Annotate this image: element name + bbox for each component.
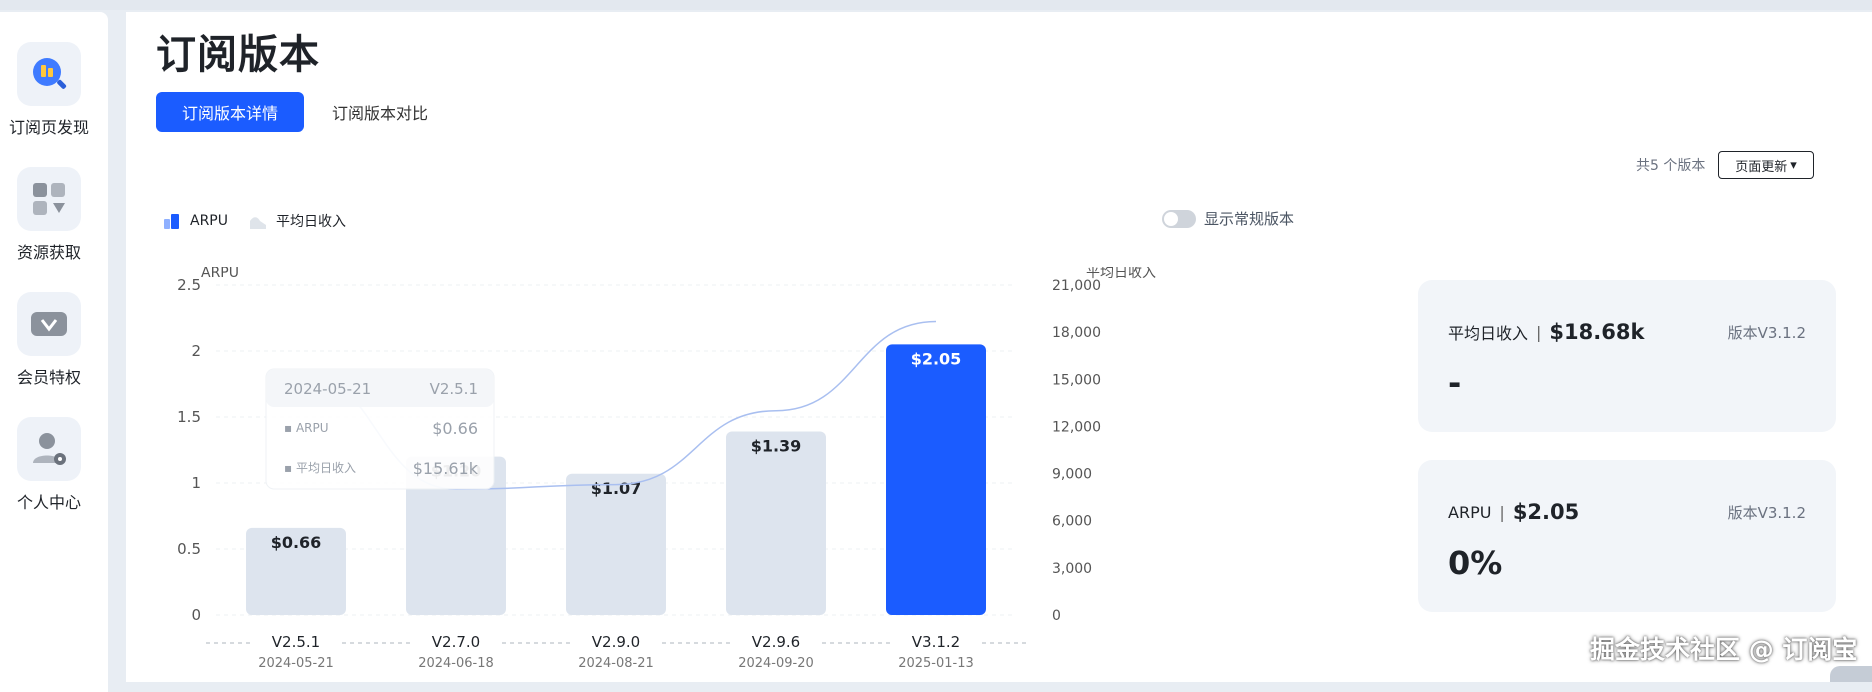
y-tick-label-left: 1 xyxy=(191,474,201,492)
legend-item-arpu[interactable]: ARPU xyxy=(162,211,228,231)
x-tick-label: V2.9.6 xyxy=(752,633,800,651)
user-settings-icon xyxy=(17,417,81,481)
x-date-label: 2024-06-18 xyxy=(418,656,494,671)
x-date-label: 2024-08-21 xyxy=(578,656,654,671)
x-tick-label: V3.1.2 xyxy=(912,633,960,651)
card-metric-value: $2.05 xyxy=(1512,500,1580,524)
sidebar: 订阅页发现 资源获取 会员特权 个人中心 xyxy=(0,12,108,692)
tooltip-arpu-value: $0.66 xyxy=(432,419,478,438)
bar-value-label: $1.07 xyxy=(591,479,642,498)
chart-legend: ARPU 平均日收入 xyxy=(162,211,358,231)
card-version: 版本V3.1.2 xyxy=(1727,504,1806,522)
x-tick-label: V2.5.1 xyxy=(272,633,320,651)
legend-label-arpu: ARPU xyxy=(190,213,228,229)
show-regular-versions-toggle[interactable]: 显示常规版本 xyxy=(1162,208,1294,229)
y-axis-title-left: ARPU xyxy=(201,267,239,281)
toggle-switch[interactable] xyxy=(1162,209,1196,228)
card-change: - xyxy=(1448,364,1462,402)
tooltip-avg-value: $15.61k xyxy=(413,459,479,478)
y-tick-label-right: 21,000 xyxy=(1052,278,1101,294)
card-label-row: ARPU | $2.05 xyxy=(1448,500,1579,524)
bar-value-label: $0.66 xyxy=(271,533,322,552)
sidebar-item-label: 个人中心 xyxy=(16,493,81,512)
y-tick-label-left: 2.5 xyxy=(177,276,201,294)
y-tick-label-right: 9,000 xyxy=(1052,467,1092,483)
sidebar-item-label: 资源获取 xyxy=(16,243,81,262)
card-version: 版本V3.1.2 xyxy=(1727,324,1806,342)
y-tick-label-left: 1.5 xyxy=(177,408,201,426)
toggle-label: 显示常规版本 xyxy=(1204,210,1295,228)
bar-chart-icon xyxy=(164,214,179,229)
arpu-card: ARPU | $2.05 版本V3.1.2 0% xyxy=(1418,460,1836,612)
sidebar-item-label: 订阅页发现 xyxy=(8,118,89,137)
card-label-row: 平均日收入 | $18.68k xyxy=(1448,320,1644,344)
y-tick-label-left: 0 xyxy=(191,606,201,624)
tab-version-details[interactable]: 订阅版本详情 xyxy=(156,92,304,132)
sidebar-item-vip-privilege[interactable]: 会员特权 xyxy=(0,292,98,388)
tab-version-compare[interactable]: 订阅版本对比 xyxy=(332,92,428,132)
bar-value-label: $2.05 xyxy=(911,349,962,368)
legend-item-avg-revenue[interactable]: 平均日收入 xyxy=(248,211,346,231)
y-tick-label-right: 6,000 xyxy=(1052,514,1092,530)
area-chart-icon xyxy=(250,217,266,229)
card-separator: | xyxy=(1499,502,1505,522)
main-content: 订阅版本 订阅版本详情 订阅版本对比 共5 个版本 页面更新 ▾ ARPU 平均… xyxy=(126,12,1872,682)
sidebar-item-label: 会员特权 xyxy=(16,368,81,387)
y-tick-label-right: 0 xyxy=(1052,608,1061,624)
x-date-label: 2024-05-21 xyxy=(258,656,334,671)
x-date-label: 2025-01-13 xyxy=(898,656,974,671)
top-bar xyxy=(0,0,1872,10)
sidebar-item-subscription-discovery[interactable]: 订阅页发现 xyxy=(0,42,98,138)
tooltip-version: V2.5.1 xyxy=(430,380,478,398)
page-update-dropdown[interactable]: 页面更新 ▾ xyxy=(1718,151,1814,179)
avg-revenue-card: 平均日收入 | $18.68k 版本V3.1.2 - xyxy=(1418,280,1836,432)
subscription-discovery-icon xyxy=(17,42,81,106)
tooltip-date: 2024-05-21 xyxy=(284,380,371,398)
caret-down-icon: ▾ xyxy=(1790,157,1797,173)
page-update-label: 页面更新 xyxy=(1735,159,1788,175)
card-metric-label: ARPU xyxy=(1448,502,1492,522)
bar xyxy=(886,344,986,615)
bar xyxy=(726,431,826,615)
watermark: 掘金技术社区 @ 订阅宝 xyxy=(1590,635,1858,664)
bar-value-label: $1.39 xyxy=(751,437,802,456)
tooltip-arpu-label: ▪ ARPU xyxy=(284,421,329,435)
card-metric-label: 平均日收入 xyxy=(1448,324,1529,343)
x-tick-label: V2.7.0 xyxy=(432,633,480,651)
card-metric-value: $18.68k xyxy=(1549,320,1645,344)
legend-label-avg-revenue: 平均日收入 xyxy=(276,214,346,230)
x-date-label: 2024-09-20 xyxy=(738,656,814,671)
y-tick-label-right: 15,000 xyxy=(1052,372,1101,388)
page-title: 订阅版本 xyxy=(156,32,320,78)
y-tick-label-left: 2 xyxy=(191,342,201,360)
sidebar-item-user-center[interactable]: 个人中心 xyxy=(0,417,98,513)
x-tick-label: V2.9.0 xyxy=(592,633,640,651)
version-count: 共5 个版本 xyxy=(1636,158,1706,174)
sidebar-item-resource-acquire[interactable]: 资源获取 xyxy=(0,167,98,263)
tooltip-avg-label: ▪ 平均日收入 xyxy=(284,461,356,475)
y-tick-label-right: 18,000 xyxy=(1052,325,1101,341)
card-separator: | xyxy=(1536,322,1542,342)
vip-privilege-icon xyxy=(17,292,81,356)
version-chart: ARPU 平均日收入00.511.522.503,0006,0009,00012,… xyxy=(177,267,1156,671)
resource-acquire-icon xyxy=(17,167,81,231)
y-tick-label-right: 12,000 xyxy=(1052,419,1101,435)
y-tick-label-left: 0.5 xyxy=(177,540,201,558)
y-tick-label-right: 3,000 xyxy=(1052,561,1092,577)
corner-widget xyxy=(1830,666,1872,682)
card-change: 0% xyxy=(1448,544,1503,582)
